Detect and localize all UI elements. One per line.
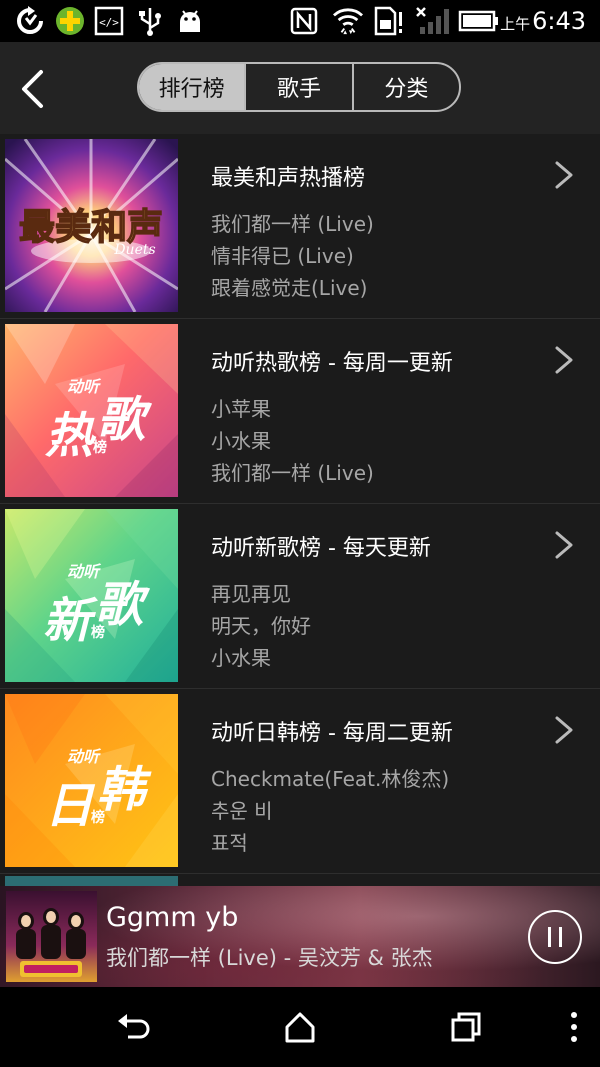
segmented-control: 排行榜 歌手 分类 <box>137 62 461 112</box>
cover-small-text: 榜 <box>91 809 105 826</box>
cover-main-text: 热 <box>45 408 97 464</box>
overflow-menu-icon[interactable] <box>556 1009 592 1045</box>
pause-button[interactable] <box>528 910 582 964</box>
chevron-right-icon <box>555 161 573 189</box>
next-chart-cover-partial <box>5 876 178 886</box>
chart-title: 最美和声热播榜 <box>211 166 366 191</box>
chart-cover-image: 动听 日 韩 榜 <box>5 694 178 867</box>
chevron-right-icon <box>555 346 573 374</box>
plus-circle-icon <box>56 7 84 35</box>
svg-text:</>: </> <box>99 16 119 29</box>
status-bar: </> 上午6:43 <box>0 0 600 42</box>
back-chevron-icon[interactable] <box>12 64 56 112</box>
chart-track: 我们都一样 (Live) <box>211 461 374 485</box>
usb-icon <box>139 8 161 36</box>
chart-cover-image: 动听 热 歌 榜 <box>5 324 178 497</box>
chart-track: 小水果 <box>211 429 271 453</box>
sync-icon <box>17 6 43 34</box>
wifi-icon <box>332 8 364 35</box>
chart-item[interactable]: 动听 热 歌 榜 动听热歌榜 - 每周一更新 小苹果 小水果 我们都一样 (Li… <box>0 319 600 504</box>
chart-track: 再见再见 <box>211 582 291 606</box>
nfc-icon <box>290 7 318 35</box>
cover-main-text: 日 <box>45 778 96 834</box>
cover-subtitle-text: Duets <box>113 242 155 258</box>
now-playing-album-art[interactable] <box>6 891 97 982</box>
chart-list: 最美和声 Duets 最美和声热播榜 我们都一样 (Live) 情非得已 (Li… <box>0 134 600 886</box>
chart-item[interactable]: 动听 新 歌 榜 动听新歌榜 - 每天更新 再见再见 明天，你好 小水果 <box>0 504 600 689</box>
tab-artists[interactable]: 歌手 <box>244 64 351 110</box>
chart-cover-image: 最美和声 Duets <box>5 139 178 312</box>
cover-small-text: 榜 <box>93 439 107 456</box>
chart-track: 情非得已 (Live) <box>211 244 354 268</box>
status-ampm: 上午 <box>500 15 531 33</box>
android-icon <box>180 10 200 32</box>
chart-track: 표적 <box>211 831 248 855</box>
cover-main-text: 韩 <box>97 762 152 818</box>
system-nav-bar <box>0 987 600 1067</box>
signal-icon <box>416 7 449 34</box>
cover-main-text: 新 <box>43 593 98 649</box>
status-clock: 6:43 <box>532 7 586 35</box>
chart-track: 明天，你好 <box>211 614 311 638</box>
back-icon[interactable] <box>116 1009 152 1045</box>
battery-icon <box>458 10 498 32</box>
chart-track: 추운 비 <box>211 799 273 823</box>
chart-track: 小苹果 <box>211 397 271 421</box>
recent-apps-icon[interactable] <box>448 1009 484 1045</box>
chart-track: 小水果 <box>211 646 271 670</box>
chevron-right-icon <box>555 716 573 744</box>
home-icon[interactable] <box>282 1009 318 1045</box>
sim-alert-icon <box>374 6 402 36</box>
tab-categories[interactable]: 分类 <box>351 64 459 110</box>
divider <box>0 873 600 874</box>
code-icon: </> <box>94 6 124 36</box>
chart-cover-image: 动听 新 歌 榜 <box>5 509 178 682</box>
chart-title: 动听热歌榜 - 每周一更新 <box>211 351 453 376</box>
chart-title: 动听日韩榜 - 每周二更新 <box>211 721 453 746</box>
chart-track: Checkmate(Feat.林俊杰) <box>211 767 450 791</box>
chart-track: 跟着感觉走(Live) <box>211 276 368 300</box>
chart-track: 我们都一样 (Live) <box>211 212 374 236</box>
chart-title: 动听新歌榜 - 每天更新 <box>211 536 431 561</box>
now-playing-subtitle: 我们都一样 (Live) - 吴汶芳 & 张杰 <box>106 946 433 970</box>
chart-item[interactable]: 最美和声 Duets 最美和声热播榜 我们都一样 (Live) 情非得已 (Li… <box>0 134 600 319</box>
status-time: 上午6:43 <box>500 7 586 35</box>
now-playing-title: Ggmm yb <box>106 902 239 933</box>
tab-rankings[interactable]: 排行榜 <box>139 64 245 110</box>
header: 排行榜 歌手 分类 <box>0 42 600 134</box>
now-playing-bar[interactable]: Ggmm yb 我们都一样 (Live) - 吴汶芳 & 张杰 <box>0 886 600 987</box>
cover-small-text: 榜 <box>91 624 105 641</box>
chevron-right-icon <box>555 531 573 559</box>
chart-item[interactable]: 动听 日 韩 榜 动听日韩榜 - 每周二更新 Checkmate(Feat.林俊… <box>0 689 600 874</box>
